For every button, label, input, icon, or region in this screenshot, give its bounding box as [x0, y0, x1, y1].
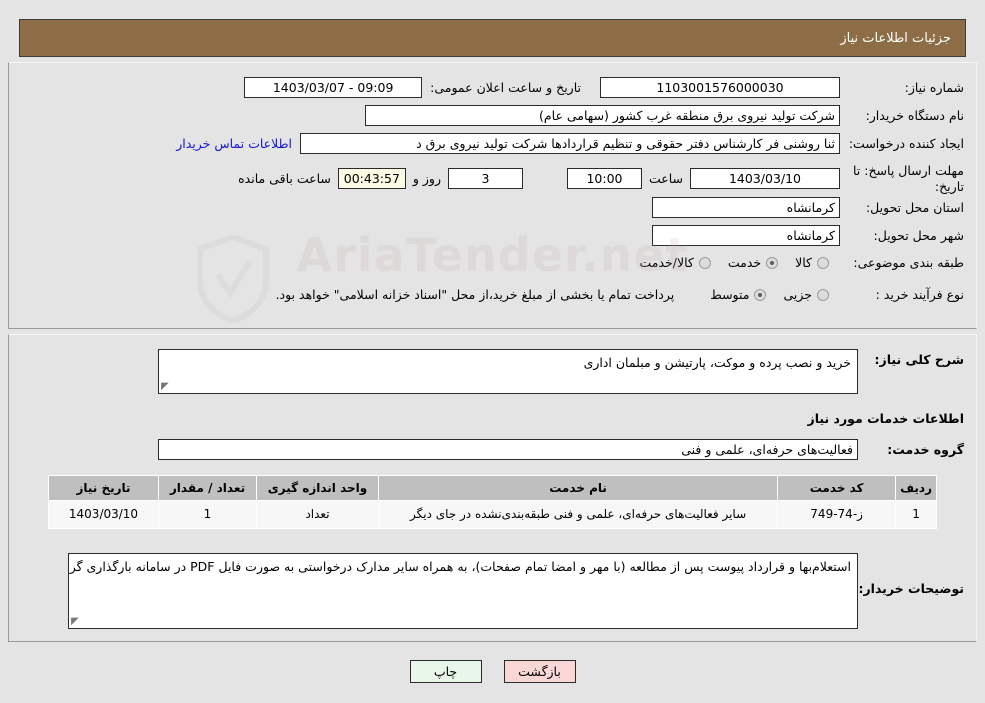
remaining-days-value: 3: [447, 168, 523, 190]
general-need-label: شرح کلی نیاز:: [874, 352, 964, 367]
buyer-org-value: شرکت تولید نیروی برق منطقه غرب کشور (سها…: [365, 105, 840, 126]
remaining-clock-value: 00:43:57: [337, 168, 406, 190]
need-number-value: 1103001576000030: [600, 77, 840, 98]
main-info-panel: شماره نیاز: 1103001576000030 تاریخ و ساع…: [8, 62, 977, 329]
process-option-jozei[interactable]: جزیی: [783, 287, 832, 302]
need-number-label: شماره نیاز:: [904, 80, 964, 95]
page-root: جزئیات اطلاعات نیاز AriaTender.net شماره…: [0, 0, 985, 703]
cell-unit: تعداد: [256, 499, 379, 530]
button-bar: بازگشت چاپ: [0, 660, 985, 683]
category-option-khedmat[interactable]: خدمت: [728, 255, 781, 270]
general-need-value: خرید و نصب پرده و موکت، پارتیشن و مبلمان…: [583, 355, 851, 370]
buyer-notes-value: استعلام‌بها و قرارداد پیوست پس از مطالعه…: [68, 559, 851, 574]
resize-grip-icon[interactable]: ◥: [71, 616, 81, 627]
row-requester: ایجاد کننده درخواست: ثنا روشنی فر کارشنا…: [176, 133, 964, 154]
row-province: استان محل تحویل: کرمانشاه: [652, 197, 964, 218]
buyer-contact-link[interactable]: اطلاعات تماس خریدار: [176, 136, 292, 151]
city-value: کرمانشاه: [652, 225, 840, 246]
col-header-unit: واحد اندازه گیری: [256, 475, 379, 501]
requester-label: ایجاد کننده درخواست:: [848, 136, 964, 151]
row-buyer-org: نام دستگاه خریدار: شرکت تولید نیروی برق …: [365, 105, 964, 126]
process-option-label: متوسط: [710, 287, 750, 302]
back-button[interactable]: بازگشت: [503, 660, 576, 683]
process-label: نوع فرآیند خرید :: [875, 287, 964, 302]
col-header-code: کد خدمت: [777, 475, 897, 501]
process-radio-group: جزیی متوسط: [696, 287, 832, 302]
cell-date: 1403/03/10: [48, 499, 159, 530]
row-buyer-notes: توضیحات خریدار: استعلام‌بها و قرارداد پی…: [68, 553, 964, 629]
cell-code: ز-74-749: [777, 499, 897, 530]
category-radio-group: کالا خدمت کالا/خدمت: [625, 255, 832, 270]
process-option-label: جزیی: [783, 287, 812, 302]
service-group-label: گروه خدمت:: [887, 442, 964, 457]
province-label: استان محل تحویل:: [865, 200, 964, 215]
row-service-group: گروه خدمت: فعالیت‌های حرفه‌ای، علمی و فن…: [158, 439, 964, 460]
services-table-head: ردیف کد خدمت نام خدمت واحد اندازه گیری ت…: [48, 475, 937, 501]
category-option-kala-khedmat[interactable]: کالا/خدمت: [639, 255, 713, 270]
category-option-label: خدمت: [727, 255, 762, 270]
col-header-qty: تعداد / مقدار: [158, 475, 257, 501]
resize-grip-icon[interactable]: ◥: [161, 381, 171, 392]
details-panel: شرح کلی نیاز: خرید و نصب پرده و موکت، پا…: [8, 334, 977, 642]
radio-icon[interactable]: [698, 256, 711, 269]
row-general-need: شرح کلی نیاز: خرید و نصب پرده و موکت، پا…: [158, 349, 964, 394]
service-group-value: فعالیت‌های حرفه‌ای، علمی و فنی: [158, 439, 858, 460]
col-header-date: تاریخ نیاز: [48, 475, 159, 501]
radio-icon[interactable]: [766, 256, 779, 269]
category-option-label: کالا/خدمت: [639, 255, 694, 270]
cell-radif: 1: [895, 499, 937, 530]
treasury-note: پرداخت تمام یا بخشی از مبلغ خرید،از محل …: [275, 287, 675, 302]
print-button[interactable]: چاپ: [409, 660, 482, 683]
announce-date-value: 09:09 - 1403/03/07: [244, 77, 423, 98]
row-city: شهر محل تحویل: کرمانشاه: [652, 225, 964, 246]
category-option-kala[interactable]: کالا: [795, 255, 832, 270]
col-header-radif: ردیف: [895, 475, 937, 501]
requester-value: ثنا روشنی فر کارشناس دفتر حقوقی و تنظیم …: [300, 133, 840, 154]
buyer-org-label: نام دستگاه خریدار:: [865, 108, 964, 123]
col-header-name: نام خدمت: [377, 475, 779, 501]
announce-date-label: تاریخ و ساعت اعلان عمومی:: [430, 80, 581, 95]
services-table: ردیف کد خدمت نام خدمت واحد اندازه گیری ت…: [48, 475, 937, 530]
deadline-label: مهلت ارسال پاسخ: تا تاریخ:: [853, 163, 964, 194]
category-label: طبقه بندی موضوعی:: [853, 255, 964, 270]
services-table-body: 1 ز-74-749 سایر فعالیت‌های حرفه‌ای، علمی…: [48, 499, 937, 530]
remaining-suffix-label: ساعت باقی مانده: [238, 171, 331, 187]
deadline-time-label: ساعت: [648, 171, 683, 187]
table-row: 1 ز-74-749 سایر فعالیت‌های حرفه‌ای، علمی…: [48, 499, 937, 530]
buyer-notes-textarea[interactable]: استعلام‌بها و قرارداد پیوست پس از مطالعه…: [68, 553, 858, 629]
deadline-time-value: 10:00: [566, 168, 642, 190]
page-header: جزئیات اطلاعات نیاز: [19, 19, 966, 57]
cell-qty: 1: [158, 499, 257, 530]
remaining-days-label: روز و: [412, 171, 441, 187]
radio-icon[interactable]: [754, 288, 767, 301]
row-announce-date: تاریخ و ساعت اعلان عمومی: 09:09 - 1403/0…: [244, 77, 581, 98]
radio-icon[interactable]: [817, 288, 829, 301]
row-need-number: شماره نیاز: 1103001576000030: [600, 77, 964, 98]
general-need-textarea[interactable]: خرید و نصب پرده و موکت، پارتیشن و مبلمان…: [158, 349, 858, 394]
row-process: نوع فرآیند خرید : جزیی متوسط پرداخت تمام…: [276, 287, 964, 302]
row-deadline: مهلت ارسال پاسخ: تا تاریخ: 1403/03/10 سا…: [238, 163, 964, 194]
process-option-motavaset[interactable]: متوسط: [710, 287, 769, 302]
page-title: جزئیات اطلاعات نیاز: [840, 30, 951, 46]
services-heading: اطلاعات خدمات مورد نیاز: [807, 411, 965, 426]
cell-name: سایر فعالیت‌های حرفه‌ای، علمی و فنی طبقه…: [377, 499, 779, 530]
province-value: کرمانشاه: [652, 197, 840, 218]
radio-icon[interactable]: [817, 256, 829, 269]
buyer-notes-label: توضیحات خریدار:: [858, 581, 964, 596]
city-label: شهر محل تحویل:: [873, 228, 964, 243]
category-option-label: کالا: [795, 255, 812, 270]
table-header-row: ردیف کد خدمت نام خدمت واحد اندازه گیری ت…: [48, 475, 937, 501]
services-table-wrapper: ردیف کد خدمت نام خدمت واحد اندازه گیری ت…: [48, 475, 937, 530]
deadline-date-value: 1403/03/10: [690, 168, 840, 190]
row-category: طبقه بندی موضوعی: کالا خدمت کالا/خدمت: [625, 255, 964, 270]
